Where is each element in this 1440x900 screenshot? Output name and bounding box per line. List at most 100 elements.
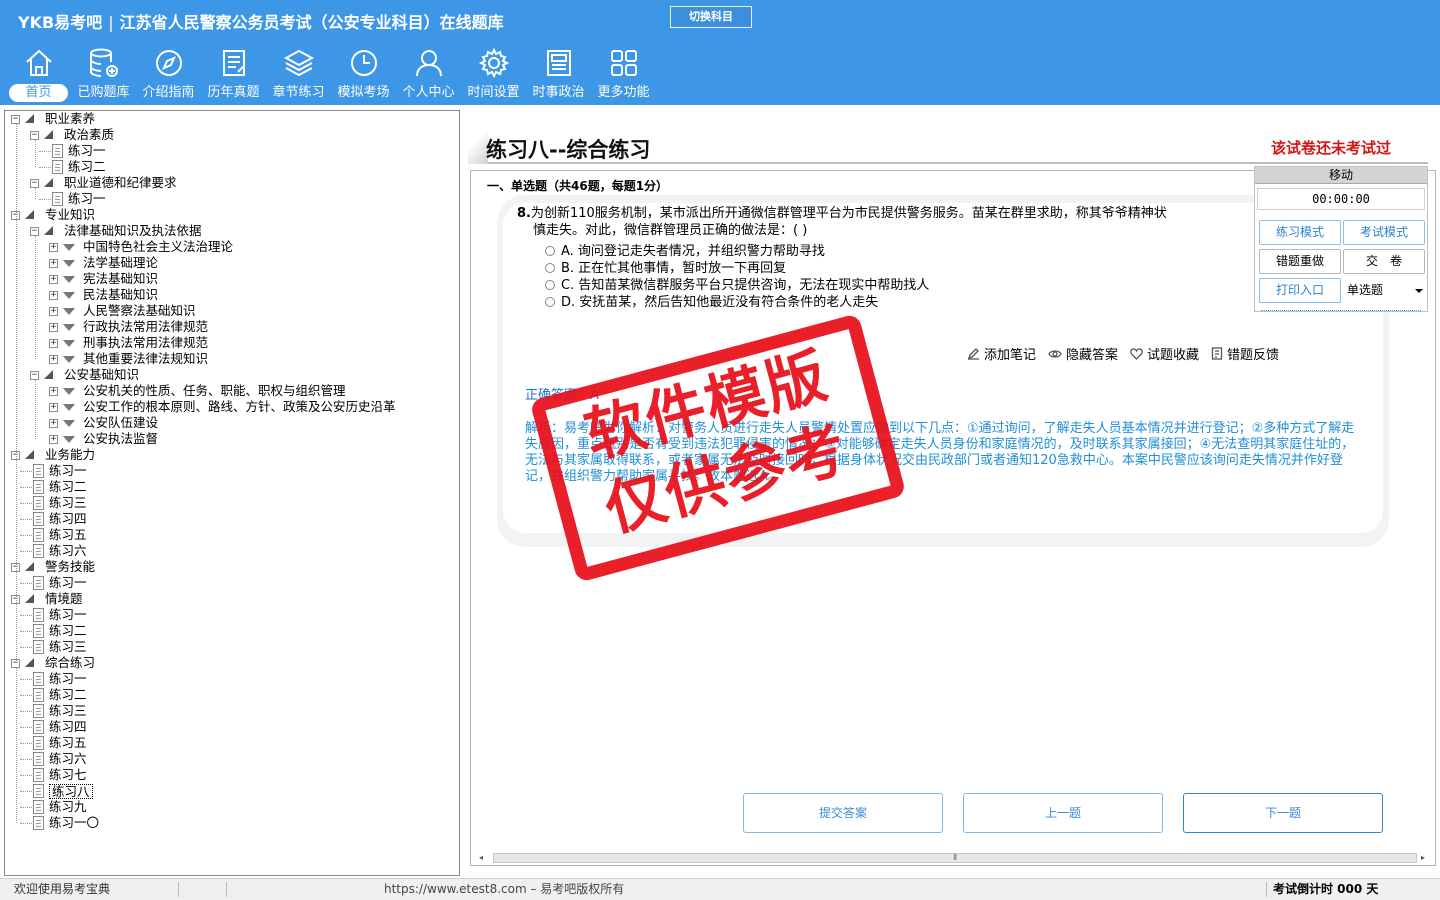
tree-node[interactable]: − 综合练习 (5, 655, 459, 671)
tree-node[interactable]: 练习二 (5, 479, 459, 495)
expand-icon[interactable]: + (49, 387, 58, 396)
tree-node[interactable]: 练习三 (5, 703, 459, 719)
tree-node[interactable]: 练习八 (5, 783, 459, 799)
tree-node[interactable]: 练习六 (5, 543, 459, 559)
tree-node[interactable]: 练习二 (5, 623, 459, 639)
nav-mock-exam[interactable]: 模拟考场 (331, 46, 396, 104)
exam-mode-button[interactable]: 考试模式 (1343, 220, 1425, 245)
nav-personal-center[interactable]: 个人中心 (396, 46, 461, 104)
nav-more-features[interactable]: 更多功能 (591, 46, 656, 104)
expand-icon[interactable]: + (49, 291, 58, 300)
collapse-icon[interactable]: − (11, 115, 20, 124)
nav-past-papers[interactable]: 历年真题 (201, 46, 266, 104)
nav-home[interactable]: 首页 (6, 46, 71, 104)
add-note-button[interactable]: 添加笔记 (967, 344, 1036, 363)
tree-node[interactable]: − 政治素质 (5, 127, 459, 143)
option-radio[interactable] (545, 280, 555, 290)
scroll-left-icon[interactable]: ◂ (479, 853, 489, 862)
tree-node[interactable]: 练习四 (5, 511, 459, 527)
expand-icon[interactable]: + (49, 259, 58, 268)
nav-purchased-banks[interactable]: 已购题库 (71, 46, 136, 104)
expand-icon[interactable]: + (49, 275, 58, 284)
tree-node[interactable]: 练习五 (5, 527, 459, 543)
submit-paper-button[interactable]: 交 卷 (1343, 249, 1425, 274)
option-radio[interactable] (545, 246, 555, 256)
tree-node[interactable]: − 公安基础知识 (5, 367, 459, 383)
tree-node[interactable]: 练习二 (5, 687, 459, 703)
nav-personal-label: 个人中心 (402, 85, 455, 100)
tree-node[interactable]: + 公安机关的性质、任务、职能、职权与组织管理 (5, 383, 459, 399)
tree-node[interactable]: + 行政执法常用法律规范 (5, 319, 459, 335)
nav-current-affairs[interactable]: 时事政治 (526, 46, 591, 104)
tree-node[interactable]: + 人民警察法基础知识 (5, 303, 459, 319)
tree-node[interactable]: 练习一 (5, 191, 459, 207)
submit-answer-button[interactable]: 提交答案 (743, 793, 943, 833)
question-type-select[interactable]: 单选题 (1343, 278, 1427, 303)
tree-node[interactable]: − 警务技能 (5, 559, 459, 575)
collapse-icon[interactable]: − (30, 371, 39, 380)
panel-move-handle[interactable]: 移动 (1255, 167, 1427, 184)
tree-node[interactable]: 练习九 (5, 799, 459, 815)
tree-node[interactable]: 练习七 (5, 767, 459, 783)
tree-node-label: 练习二 (49, 687, 87, 702)
error-feedback-button[interactable]: 错题反馈 (1211, 344, 1279, 363)
redo-wrong-button[interactable]: 错题重做 (1259, 249, 1341, 274)
hide-answer-button[interactable]: 隐藏答案 (1048, 344, 1118, 363)
tree-node[interactable]: + 公安队伍建设 (5, 415, 459, 431)
tree-node[interactable]: + 中国特色社会主义法治理论 (5, 239, 459, 255)
expand-icon[interactable]: + (49, 307, 58, 316)
tree-node[interactable]: 练习一 (5, 575, 459, 591)
tree-node[interactable]: + 公安执法监督 (5, 431, 459, 447)
option-radio[interactable] (545, 297, 555, 307)
tree-node[interactable]: + 民法基础知识 (5, 287, 459, 303)
tree-node[interactable]: 练习四 (5, 719, 459, 735)
category-tree: − 职业素养 − 政治素质 练习一 练习二 − 职业道德和纪律要求 练习一 − 专业知识 − 法律基础知… (4, 110, 460, 876)
collapse-icon[interactable]: − (30, 131, 39, 140)
tree-node[interactable]: + 宪法基础知识 (5, 271, 459, 287)
tree-node[interactable]: 练习一 (5, 607, 459, 623)
expand-icon[interactable]: + (49, 355, 58, 364)
tree-node[interactable]: + 其他重要法律法规知识 (5, 351, 459, 367)
document-icon (33, 624, 44, 638)
expand-icon[interactable]: + (49, 323, 58, 332)
tree-node[interactable]: + 法学基础理论 (5, 255, 459, 271)
tree-node[interactable]: − 业务能力 (5, 447, 459, 463)
scroll-right-icon[interactable]: ▸ (1421, 853, 1431, 862)
expand-icon[interactable]: + (49, 339, 58, 348)
horizontal-scrollbar[interactable]: ◂ ⫴ ▸ (477, 851, 1433, 865)
expand-icon[interactable]: + (49, 435, 58, 444)
tree-node[interactable]: 练习五 (5, 735, 459, 751)
tree-node[interactable]: 练习一 (5, 671, 459, 687)
tree-node[interactable]: + 刑事执法常用法律规范 (5, 335, 459, 351)
folder-triangle-icon (44, 226, 53, 235)
switch-subject-button[interactable]: 切换科目 (670, 6, 752, 28)
prev-question-button[interactable]: 上一题 (963, 793, 1163, 833)
tree-node[interactable]: − 情境题 (5, 591, 459, 607)
print-entry-button[interactable]: 打印入口 (1259, 278, 1341, 303)
tree-node[interactable]: 练习一 (5, 143, 459, 159)
nav-guide[interactable]: 介绍指南 (136, 46, 201, 104)
tree-node[interactable]: − 职业素养 (5, 111, 459, 127)
practice-mode-button[interactable]: 练习模式 (1259, 220, 1341, 245)
tree-node[interactable]: 练习三 (5, 639, 459, 655)
expand-icon[interactable]: + (49, 243, 58, 252)
collapse-icon[interactable]: − (30, 179, 39, 188)
nav-time-settings[interactable]: 时间设置 (461, 46, 526, 104)
tree-node[interactable]: 练习二 (5, 159, 459, 175)
next-question-button[interactable]: 下一题 (1183, 793, 1383, 833)
tree-node[interactable]: 练习一 (5, 463, 459, 479)
tree-node[interactable]: 练习一〇 (5, 815, 459, 831)
collapse-icon[interactable]: − (30, 227, 39, 236)
tree-node[interactable]: − 职业道德和纪律要求 (5, 175, 459, 191)
tree-node[interactable]: 练习六 (5, 751, 459, 767)
tree-node[interactable]: − 专业知识 (5, 207, 459, 223)
expand-icon[interactable]: + (49, 403, 58, 412)
option-radio[interactable] (545, 263, 555, 273)
nav-chapter-practice[interactable]: 章节练习 (266, 46, 331, 104)
tree-node[interactable]: 练习三 (5, 495, 459, 511)
expand-icon[interactable]: + (49, 419, 58, 428)
favorite-button[interactable]: 试题收藏 (1130, 344, 1199, 363)
tree-node[interactable]: + 公安工作的根本原则、路线、方针、政策及公安历史沿革 (5, 399, 459, 415)
document-icon (33, 672, 44, 686)
tree-node[interactable]: − 法律基础知识及执法依据 (5, 223, 459, 239)
